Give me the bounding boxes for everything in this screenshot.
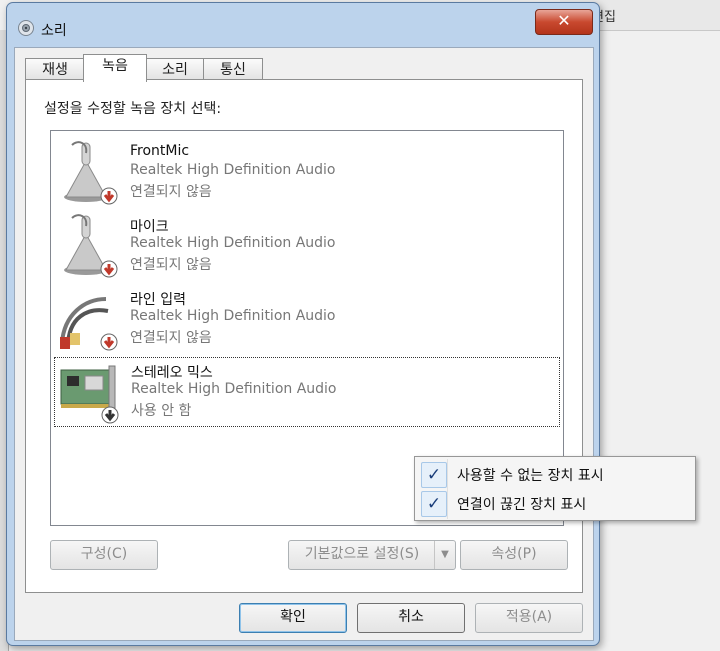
cancel-button[interactable]: 취소 xyxy=(357,603,465,633)
close-button[interactable]: ✕ xyxy=(535,9,593,35)
menu-item-label: 연결이 끊긴 장치 표시 xyxy=(457,497,587,513)
menu-item-show-disconnected[interactable]: ✓ 연결이 끊긴 장치 표시 xyxy=(417,489,693,517)
device-status: 연결되지 않음 xyxy=(130,257,212,273)
set-default-label: 기본값으로 설정(S) xyxy=(304,546,420,562)
device-item[interactable]: 라인 입력 Realtek High Definition Audio 연결되지… xyxy=(54,285,558,353)
title-bar[interactable]: 소리 ✕ xyxy=(7,3,599,43)
background-toolbar-2 xyxy=(660,0,720,31)
sound-card-icon xyxy=(60,365,119,424)
dialog-body: 재생 녹음 소리 통신 설정을 수정할 녹음 장치 선택: FrontMic R… xyxy=(14,47,594,641)
device-driver: Realtek High Definition Audio xyxy=(131,381,337,397)
device-status: 사용 안 함 xyxy=(131,403,192,419)
panel-instructions: 설정을 수정할 녹음 장치 선택: xyxy=(44,101,222,117)
configure-button[interactable]: 구성(C) xyxy=(50,540,158,570)
tab-playback[interactable]: 재생 xyxy=(25,58,85,81)
ok-button[interactable]: 확인 xyxy=(239,603,347,633)
device-name: 스테레오 믹스 xyxy=(131,365,213,381)
tab-recording[interactable]: 녹음 xyxy=(83,54,147,82)
microphone-icon xyxy=(64,214,118,278)
sound-dialog: 소리 ✕ 재생 녹음 소리 통신 설정을 수정할 녹음 장치 선택: Front… xyxy=(6,2,600,646)
device-driver: Realtek High Definition Audio xyxy=(130,235,336,251)
tab-communications[interactable]: 통신 xyxy=(203,58,263,81)
device-driver: Realtek High Definition Audio xyxy=(130,308,336,324)
device-driver: Realtek High Definition Audio xyxy=(130,162,336,178)
window-title: 소리 xyxy=(41,23,67,39)
set-default-button[interactable]: 기본값으로 설정(S) ▼ xyxy=(288,540,456,570)
menu-item-show-disabled[interactable]: ✓ 사용할 수 없는 장치 표시 xyxy=(417,460,693,488)
checkmark-icon: ✓ xyxy=(421,491,447,517)
tab-sounds[interactable]: 소리 xyxy=(145,58,205,81)
device-status: 연결되지 않음 xyxy=(130,184,212,200)
device-item[interactable]: 마이크 Realtek High Definition Audio 연결되지 않… xyxy=(54,212,558,280)
device-item-selected[interactable]: 스테레오 믹스 Realtek High Definition Audio 사용… xyxy=(54,357,560,427)
properties-button[interactable]: 속성(P) xyxy=(460,540,568,570)
microphone-icon xyxy=(64,141,118,205)
checkmark-icon: ✓ xyxy=(421,462,447,488)
device-item[interactable]: FrontMic Realtek High Definition Audio 연… xyxy=(54,139,558,207)
speaker-icon xyxy=(18,20,34,36)
device-name: 라인 입력 xyxy=(130,292,186,308)
apply-button[interactable]: 적용(A) xyxy=(475,603,583,633)
device-name: 마이크 xyxy=(130,219,169,235)
device-name: FrontMic xyxy=(130,143,190,159)
context-menu: ✓ 사용할 수 없는 장치 표시 ✓ 연결이 끊긴 장치 표시 xyxy=(414,456,696,521)
device-status: 연결되지 않음 xyxy=(130,330,212,346)
rca-cable-icon xyxy=(60,297,118,351)
menu-item-label: 사용할 수 없는 장치 표시 xyxy=(457,468,604,484)
chevron-down-icon[interactable]: ▼ xyxy=(434,541,455,569)
